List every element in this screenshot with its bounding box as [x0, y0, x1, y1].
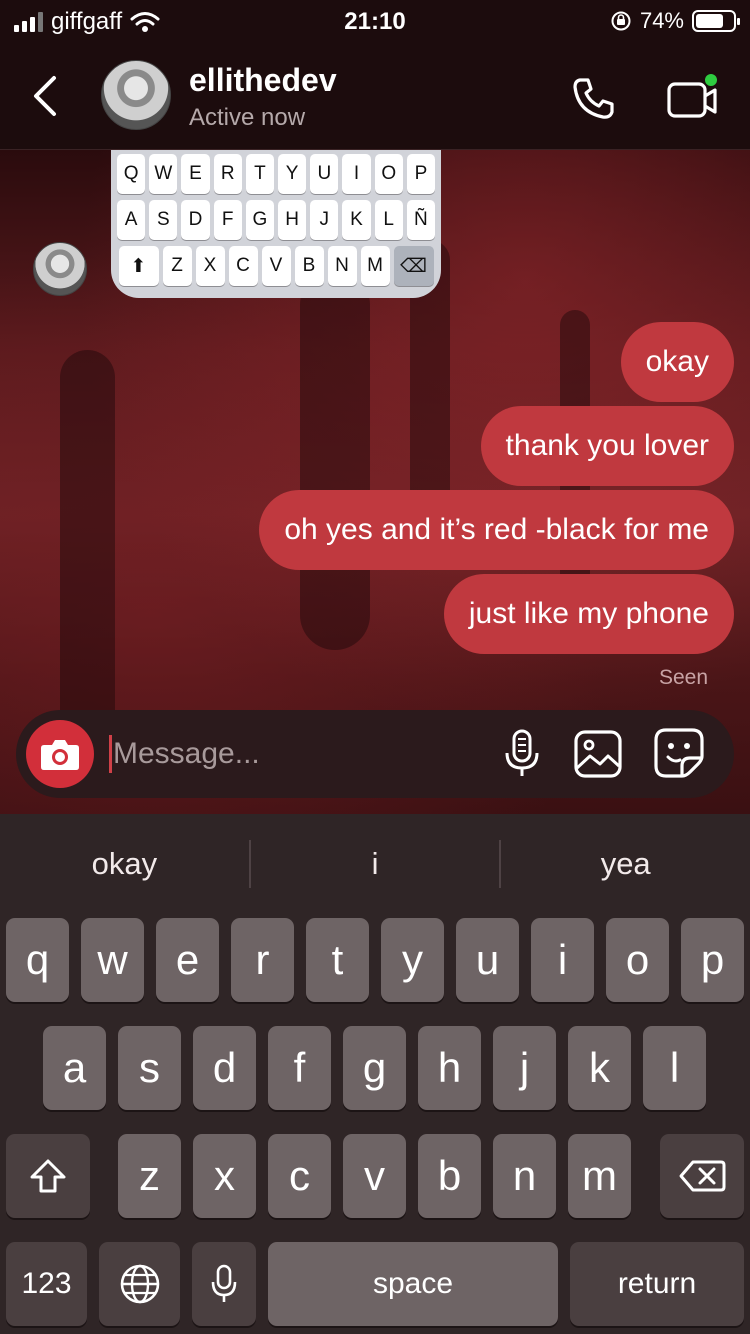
letter-key[interactable]: v — [343, 1134, 406, 1218]
letter-key[interactable]: f — [268, 1026, 331, 1110]
image-key: I — [342, 154, 371, 194]
letter-key[interactable]: j — [493, 1026, 556, 1110]
globe-icon — [120, 1264, 159, 1304]
letter-key[interactable]: d — [193, 1026, 256, 1110]
image-key: K — [342, 200, 371, 240]
image-key: Ñ — [406, 200, 436, 240]
image-key: D — [181, 200, 210, 240]
letter-key[interactable]: g — [343, 1026, 406, 1110]
letter-key[interactable]: o — [606, 918, 669, 1002]
image-key: W — [149, 154, 178, 194]
sticker-icon[interactable] — [652, 726, 706, 780]
numbers-key[interactable]: 123 — [6, 1242, 87, 1326]
text-cursor — [109, 735, 112, 773]
suggestion-item[interactable]: yea — [501, 846, 750, 882]
message-bubble[interactable]: okay — [620, 322, 734, 402]
image-key: P — [406, 154, 436, 194]
avatar[interactable] — [101, 60, 171, 130]
camera-icon — [41, 740, 79, 770]
image-key: X — [195, 246, 225, 286]
online-indicator — [703, 72, 719, 88]
phone-icon[interactable] — [570, 74, 618, 122]
letter-key[interactable]: k — [568, 1026, 631, 1110]
orientation-lock-icon — [611, 11, 631, 31]
image-key: Q — [116, 154, 146, 194]
camera-button[interactable] — [26, 720, 94, 788]
suggestion-item[interactable]: i — [251, 846, 500, 882]
battery-icon — [692, 10, 740, 32]
image-key: H — [278, 200, 307, 240]
image-key: C — [228, 246, 258, 286]
letter-key[interactable]: r — [231, 918, 294, 1002]
backspace-key-image: ⌫ — [393, 246, 434, 286]
microphone-icon — [211, 1264, 237, 1302]
globe-key[interactable] — [99, 1242, 180, 1326]
letter-key[interactable]: p — [681, 918, 744, 1002]
back-icon[interactable] — [26, 72, 66, 120]
image-key: B — [294, 246, 324, 286]
image-key: A — [116, 200, 146, 240]
gallery-icon[interactable] — [572, 728, 624, 780]
system-keyboard: okay i yea qwertyuiopasdfghjklzxcvbnm 12… — [0, 814, 750, 1334]
image-key: U — [310, 154, 339, 194]
image-key: M — [360, 246, 390, 286]
message-bubble[interactable]: oh yes and it’s red -black for me — [259, 490, 734, 570]
image-key: J — [310, 200, 339, 240]
delete-icon — [679, 1160, 726, 1192]
image-key: N — [327, 246, 357, 286]
letter-key[interactable]: l — [643, 1026, 706, 1110]
space-key[interactable]: space — [268, 1242, 558, 1326]
delete-key[interactable] — [660, 1134, 744, 1218]
suggestion-item[interactable]: okay — [0, 846, 249, 882]
image-key: G — [245, 200, 274, 240]
shared-image[interactable]: QWERTYUIOP ASDFGHJKLÑ ⬆ Z X C V B N M ⌫ — [111, 150, 441, 298]
image-key: S — [149, 200, 178, 240]
image-key: F — [213, 200, 242, 240]
message-composer — [16, 710, 734, 798]
image-key: R — [213, 154, 242, 194]
contact-name[interactable]: ellithedev — [189, 62, 337, 99]
letter-key[interactable]: n — [493, 1134, 556, 1218]
message-bubble[interactable]: just like my phone — [443, 574, 734, 654]
active-status: Active now — [189, 104, 306, 131]
dictation-key[interactable] — [192, 1242, 256, 1326]
shift-key-image: ⬆ — [118, 246, 159, 286]
status-bar: giffgaff 21:10 74% — [0, 0, 750, 44]
letter-key[interactable]: x — [193, 1134, 256, 1218]
microphone-icon[interactable] — [502, 728, 542, 780]
image-key: T — [245, 154, 274, 194]
shift-icon — [30, 1159, 66, 1193]
image-key: V — [261, 246, 291, 286]
image-key: E — [181, 154, 210, 194]
message-bubble[interactable]: thank you lover — [480, 406, 734, 486]
message-input[interactable] — [113, 730, 483, 778]
return-key[interactable]: return — [570, 1242, 744, 1326]
letter-key[interactable]: t — [306, 918, 369, 1002]
image-key: O — [374, 154, 403, 194]
image-key: Y — [278, 154, 307, 194]
letter-key[interactable]: y — [381, 918, 444, 1002]
image-key: Z — [162, 246, 192, 286]
sender-avatar[interactable] — [33, 242, 87, 296]
battery-percent: 74% — [639, 8, 684, 33]
video-call-button[interactable] — [665, 72, 721, 124]
letter-key[interactable]: w — [81, 918, 144, 1002]
letter-key[interactable]: b — [418, 1134, 481, 1218]
suggestion-bar: okay i yea — [0, 814, 750, 914]
letter-key[interactable]: i — [531, 918, 594, 1002]
letter-key[interactable]: s — [118, 1026, 181, 1110]
chat-header: ellithedev Active now — [0, 44, 750, 150]
letter-key[interactable]: u — [456, 918, 519, 1002]
letter-key[interactable]: m — [568, 1134, 631, 1218]
letter-key[interactable]: z — [118, 1134, 181, 1218]
letter-key[interactable]: c — [268, 1134, 331, 1218]
letter-key[interactable]: e — [156, 918, 219, 1002]
image-key: L — [374, 200, 403, 240]
letter-key[interactable]: a — [43, 1026, 106, 1110]
letter-key[interactable]: q — [6, 918, 69, 1002]
shift-key[interactable] — [6, 1134, 90, 1218]
seen-label: Seen — [658, 666, 708, 689]
letter-key[interactable]: h — [418, 1026, 481, 1110]
